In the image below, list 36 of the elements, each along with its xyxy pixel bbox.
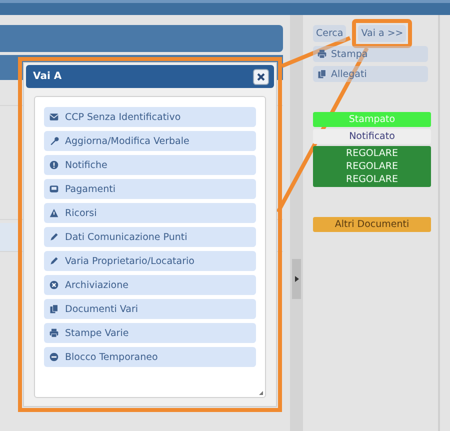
inbox-icon	[49, 184, 59, 194]
documents-icon	[49, 304, 59, 314]
close-button[interactable]	[253, 68, 269, 84]
status-badge: Notificato	[313, 129, 431, 144]
dialog-title: Vai A	[33, 71, 62, 82]
menu-item[interactable]: Stampe Varie	[44, 323, 256, 343]
printer-icon	[317, 49, 327, 59]
documents-icon	[317, 69, 327, 79]
warning-icon	[49, 208, 59, 218]
toolbar-button[interactable]: Vai a >>	[358, 25, 406, 42]
printer-icon	[49, 328, 59, 338]
exclamation-icon	[49, 160, 59, 170]
menu-item[interactable]: CCP Senza Identificativo	[44, 107, 256, 127]
documents-button[interactable]: Altri Documenti	[313, 217, 431, 232]
menu-item[interactable]: Ricorsi	[44, 203, 256, 223]
menu-item[interactable]: Notifiche	[44, 155, 256, 175]
menu-item[interactable]: Documenti Vari	[44, 299, 256, 319]
envelope-icon	[49, 112, 59, 122]
menu-item[interactable]: Varia Proprietario/Locatario	[44, 251, 256, 271]
menu-item[interactable]: Archiviazione	[44, 275, 256, 295]
pencil-icon	[49, 256, 59, 266]
x-circle-icon	[49, 280, 59, 290]
toolbar-button[interactable]: Cerca	[313, 25, 346, 42]
close-icon	[257, 72, 265, 80]
resize-grip-icon[interactable]	[259, 391, 263, 395]
menu-item[interactable]: Blocco Temporaneo	[44, 347, 256, 367]
menu-item[interactable]: Aggiorna/Modifica Verbale	[44, 131, 256, 151]
pencil-icon	[49, 232, 59, 242]
status-badge: REGOLARE REGOLARE REGOLARE	[313, 146, 431, 187]
status-badge: Stampato	[313, 112, 431, 127]
triangle-icon	[294, 276, 298, 282]
menu-item[interactable]: Pagamenti	[44, 179, 256, 199]
wrench-icon	[49, 136, 59, 146]
menu-item[interactable]: Dati Comunicazione Punti	[44, 227, 256, 247]
minus-circle-icon	[49, 352, 59, 362]
collapse-handle[interactable]	[292, 259, 301, 299]
